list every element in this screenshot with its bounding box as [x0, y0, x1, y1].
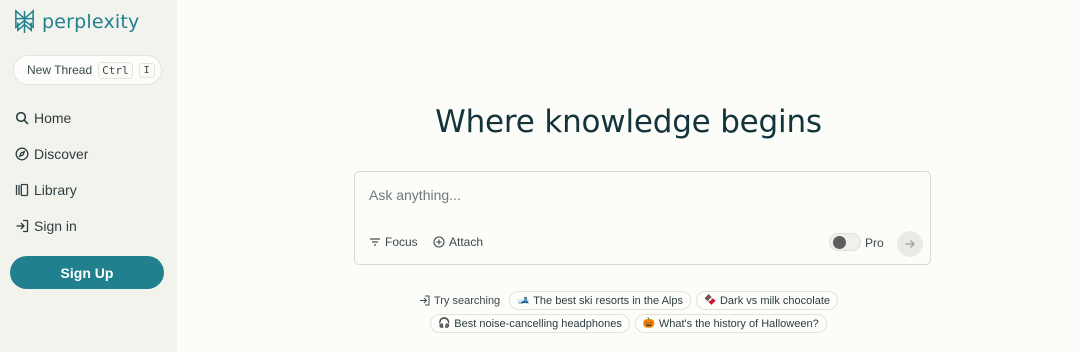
- attach-label: Attach: [449, 235, 484, 249]
- sidebar-item-discover[interactable]: Discover: [15, 142, 88, 166]
- sidebar-nav: Home Discover Library Sign in: [15, 106, 88, 250]
- sidebar-item-label: Library: [34, 182, 77, 198]
- shortcut-key-i: I: [138, 62, 155, 78]
- suggestion-chip[interactable]: 🍫 Dark vs milk chocolate: [695, 291, 839, 310]
- suggestions-row: 🎧 Best noise-cancelling headphones 🎃 Wha…: [177, 314, 1080, 333]
- sign-in-icon: [16, 219, 29, 233]
- pro-label: Pro: [865, 236, 884, 250]
- ski-icon: 🎿: [517, 295, 530, 306]
- new-thread-label: New Thread: [27, 63, 93, 77]
- suggestion-chip[interactable]: 🎿 The best ski resorts in the Alps: [509, 291, 691, 310]
- sidebar-item-library[interactable]: Library: [15, 178, 88, 202]
- ask-box: Focus Attach Pro: [354, 171, 931, 265]
- plus-circle-icon: [433, 236, 445, 248]
- library-icon: [15, 183, 29, 197]
- sidebar-item-home[interactable]: Home: [15, 106, 88, 130]
- search-icon: [15, 111, 29, 125]
- chocolate-icon: 🍫: [703, 295, 717, 306]
- filter-icon: [370, 238, 380, 246]
- sidebar-item-label: Discover: [34, 146, 89, 162]
- suggestion-label: Dark vs milk chocolate: [719, 294, 831, 307]
- sidebar: perplexity New Thread Ctrl I Home Discov…: [0, 0, 177, 352]
- submit-button[interactable]: [897, 231, 923, 257]
- new-thread-button[interactable]: New Thread Ctrl I: [13, 55, 162, 85]
- try-searching-label: Try searching: [419, 291, 504, 310]
- toggle-knob: [833, 236, 846, 249]
- suggestion-label: What's the history of Halloween?: [658, 317, 819, 330]
- focus-button[interactable]: Focus: [369, 235, 418, 249]
- sidebar-item-label: Home: [34, 110, 72, 126]
- pumpkin-icon: 🎃: [642, 318, 656, 329]
- logo-text: perplexity: [42, 11, 140, 33]
- compass-icon: [15, 147, 29, 161]
- page-title: Where knowledge begins: [435, 104, 822, 140]
- perplexity-logo-icon: [15, 9, 34, 34]
- attach-button[interactable]: Attach: [433, 235, 483, 249]
- pro-toggle[interactable]: [829, 233, 861, 251]
- sidebar-item-label: Sign in: [34, 218, 77, 234]
- shortcut-key-ctrl: Ctrl: [98, 61, 133, 79]
- arrow-in-icon: [419, 295, 430, 306]
- search-input[interactable]: [369, 187, 909, 203]
- suggestion-label: Best noise-cancelling headphones: [454, 317, 622, 330]
- headphones-icon: 🎧: [438, 318, 451, 329]
- arrow-right-icon: [905, 240, 915, 248]
- perplexity-logo[interactable]: perplexity: [13, 9, 139, 35]
- suggestion-chip[interactable]: 🎧 Best noise-cancelling headphones: [430, 314, 630, 333]
- sidebar-item-sign-in[interactable]: Sign in: [15, 214, 88, 238]
- try-searching-text: Try searching: [433, 294, 501, 307]
- sign-up-button[interactable]: Sign Up: [10, 256, 164, 289]
- suggestion-chip[interactable]: 🎃 What's the history of Halloween?: [634, 314, 827, 333]
- suggestions-row: Try searching 🎿 The best ski resorts in …: [177, 291, 1080, 310]
- focus-label: Focus: [385, 235, 418, 249]
- suggestion-label: The best ski resorts in the Alps: [533, 294, 683, 307]
